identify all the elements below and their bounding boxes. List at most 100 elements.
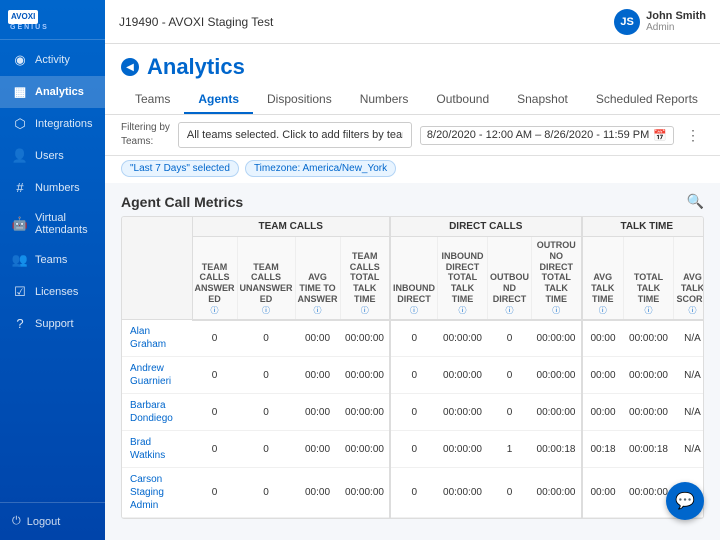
group-header-row: TEAM CALLS DIRECT CALLS TALK TIME (122, 217, 704, 237)
data-cell: 00:00:00 (624, 320, 674, 357)
user-role: Admin (646, 22, 706, 33)
table-container[interactable]: TEAM CALLS DIRECT CALLS TALK TIME TEAM C… (121, 216, 704, 519)
data-cell: 0 (390, 468, 438, 518)
sidebar-item-integrations[interactable]: ⬡ Integrations (0, 108, 105, 140)
chat-fab-button[interactable]: 💬 (666, 482, 704, 520)
data-cell: 00:00 (582, 320, 624, 357)
data-cell: 00:00 (582, 468, 624, 518)
section-header: Agent Call Metrics 🔍 (105, 183, 720, 216)
data-cell: 0 (192, 468, 237, 518)
table-row: Barbara Dondiego0000:0000:00:00000:00:00… (122, 394, 704, 431)
metrics-table: TEAM CALLS DIRECT CALLS TALK TIME TEAM C… (122, 217, 704, 518)
data-cell: 0 (192, 320, 237, 357)
sidebar-item-users[interactable]: 👤 Users (0, 140, 105, 172)
data-cell: 0 (488, 468, 532, 518)
team-calls-group: TEAM CALLS (192, 217, 390, 237)
data-cell: 0 (192, 394, 237, 431)
data-cell: 00:18 (582, 431, 624, 468)
data-cell: 0 (192, 357, 237, 394)
data-cell: N/A (674, 394, 705, 431)
search-icon[interactable]: 🔍 (687, 193, 704, 210)
teams-icon: 👥 (12, 252, 28, 268)
sidebar-item-analytics[interactable]: ▦ Analytics (0, 76, 105, 108)
table-row: Andrew Guarnieri0000:0000:00:00000:00:00… (122, 357, 704, 394)
talk-time-group: TALK TIME (582, 217, 705, 237)
tab-agents[interactable]: Agents (184, 86, 253, 114)
data-cell: 0 (390, 394, 438, 431)
data-cell: 00:00:00 (340, 357, 390, 394)
logo-text: AVOXI (8, 10, 38, 24)
sidebar-nav: ◉ Activity ▦ Analytics ⬡ Integrations 👤 … (0, 40, 105, 502)
data-cell: 0 (237, 468, 295, 518)
data-cell: 00:00:00 (532, 468, 582, 518)
data-cell: 00:00:00 (340, 320, 390, 357)
data-cell: 00:00:00 (340, 468, 390, 518)
table-row: Brad Watkins0000:0000:00:00000:00:00100:… (122, 431, 704, 468)
sidebar-item-activity[interactable]: ◉ Activity (0, 44, 105, 76)
integrations-icon: ⬡ (12, 116, 28, 132)
data-cell: 00:00:00 (624, 394, 674, 431)
data-cell: 1 (488, 431, 532, 468)
teams-filter-input[interactable] (178, 122, 412, 148)
data-cell: 00:00 (295, 468, 340, 518)
main-content: ◀ Analytics Teams Agents Dispositions Nu… (105, 44, 720, 540)
data-cell: 00:00:00 (532, 320, 582, 357)
tab-live-inbound[interactable]: Live Inbound (712, 86, 720, 114)
sidebar: AVOXI GENIUS ◉ Activity ▦ Analytics ⬡ In… (0, 0, 105, 540)
data-cell: 00:00 (295, 320, 340, 357)
data-cell: 00:00:00 (438, 357, 488, 394)
data-cell: 00:00:18 (532, 431, 582, 468)
tabs: Teams Agents Dispositions Numbers Outbou… (121, 86, 704, 114)
data-cell: 00:00:00 (438, 320, 488, 357)
avatar: JS (614, 9, 640, 35)
data-cell: 0 (237, 357, 295, 394)
date-range[interactable]: 8/20/2020 - 12:00 AM – 8/26/2020 - 11:59… (420, 126, 674, 145)
collapse-button[interactable]: ◀ (121, 58, 139, 76)
user-name: John Smith (646, 10, 706, 22)
sidebar-footer: ⏻ Logout (0, 502, 105, 540)
tab-outbound[interactable]: Outbound (422, 86, 503, 114)
data-cell: N/A (674, 431, 705, 468)
tab-teams[interactable]: Teams (121, 86, 184, 114)
filter-menu-button[interactable]: ⋮ (682, 127, 704, 144)
data-cell: 00:00 (295, 431, 340, 468)
agent-col-header (122, 217, 192, 320)
agent-name-cell: Carson Staging Admin (122, 468, 192, 518)
logout-button[interactable]: ⏻ Logout (12, 511, 93, 532)
data-cell: N/A (674, 357, 705, 394)
data-cell: 00:00:00 (438, 468, 488, 518)
topbar: J19490 - AVOXI Staging Test JS John Smit… (105, 0, 720, 44)
calendar-icon: 📅 (653, 129, 667, 142)
page-header: ◀ Analytics Teams Agents Dispositions Nu… (105, 44, 720, 115)
data-cell: 00:00 (295, 394, 340, 431)
sidebar-item-virtual-attendants[interactable]: 🤖 Virtual Attendants (0, 204, 105, 244)
tab-scheduled-reports[interactable]: Scheduled Reports (582, 86, 712, 114)
data-cell: 0 (488, 357, 532, 394)
data-cell: 00:00:00 (624, 468, 674, 518)
sidebar-item-teams[interactable]: 👥 Teams (0, 244, 105, 276)
data-cell: 0 (390, 320, 438, 357)
sidebar-item-licenses[interactable]: ☑ Licenses (0, 276, 105, 308)
data-cell: 00:00:00 (532, 357, 582, 394)
data-cell: 0 (488, 394, 532, 431)
table-body: Alan Graham0000:0000:00:00000:00:00000:0… (122, 320, 704, 518)
data-cell: 00:00:18 (624, 431, 674, 468)
sidebar-item-support[interactable]: ? Support (0, 308, 105, 340)
tab-dispositions[interactable]: Dispositions (253, 86, 346, 114)
data-cell: 0 (237, 431, 295, 468)
tab-numbers[interactable]: Numbers (346, 86, 423, 114)
section-title: Agent Call Metrics (121, 194, 243, 210)
agent-name-cell: Andrew Guarnieri (122, 357, 192, 394)
tab-snapshot[interactable]: Snapshot (503, 86, 582, 114)
agent-name-cell: Barbara Dondiego (122, 394, 192, 431)
user-info: JS John Smith Admin (614, 9, 706, 35)
sidebar-item-numbers[interactable]: # Numbers (0, 172, 105, 204)
data-cell: 00:00:00 (532, 394, 582, 431)
data-cell: 00:00 (582, 357, 624, 394)
support-icon: ? (12, 316, 28, 332)
data-cell: 0 (390, 357, 438, 394)
virtual-attendants-icon: 🤖 (12, 216, 28, 232)
data-cell: 00:00:00 (340, 431, 390, 468)
topbar-title: J19490 - AVOXI Staging Test (119, 15, 273, 29)
data-cell: 00:00 (582, 394, 624, 431)
